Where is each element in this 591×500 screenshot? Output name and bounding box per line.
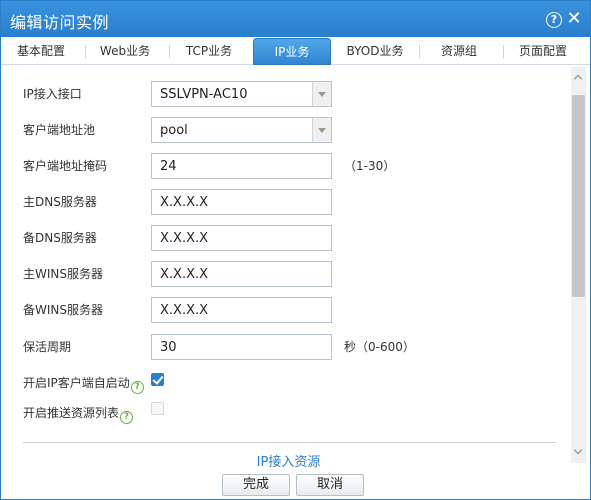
finish-button[interactable]: 完成 xyxy=(222,474,290,496)
tab-separator xyxy=(169,45,170,58)
tab-separator xyxy=(503,45,504,58)
keepalive-input[interactable]: 30 xyxy=(151,334,332,360)
backup-dns-label: 备DNS服务器 xyxy=(23,231,97,245)
auto-start-label: 开启IP客户端自启动 xyxy=(23,376,130,390)
client-mask-input[interactable]: 24 xyxy=(151,153,332,179)
help-icon[interactable]: ? xyxy=(546,12,562,28)
title-bar: 编辑访问实例 ? ✕ xyxy=(1,1,590,37)
help-icon[interactable]: ? xyxy=(130,381,144,394)
tab-separator xyxy=(85,45,86,58)
primary-wins-label: 主WINS服务器 xyxy=(23,267,103,281)
ip-interface-select[interactable]: SSLVPN-AC10 xyxy=(151,81,332,107)
client-mask-value: 24 xyxy=(160,159,177,174)
auto-start-checkbox[interactable] xyxy=(151,373,164,386)
client-mask-label: 客户端地址掩码 xyxy=(23,159,108,173)
tab-bar: 基本配置 Web业务 TCP业务 IP业务 BYOD业务 资源组 页面配置 xyxy=(1,37,590,65)
tab-web-service[interactable]: Web业务 xyxy=(89,37,161,65)
primary-wins-value: X.X.X.X xyxy=(160,267,209,282)
tab-separator xyxy=(419,45,420,58)
scroll-up-arrow-icon[interactable] xyxy=(571,71,586,85)
tab-byod-service[interactable]: BYOD业务 xyxy=(339,37,411,65)
backup-wins-label: 备WINS服务器 xyxy=(23,303,103,317)
primary-wins-input[interactable]: X.X.X.X xyxy=(151,261,332,287)
client-pool-value: pool xyxy=(160,123,188,138)
keepalive-label: 保活周期 xyxy=(23,340,72,354)
vertical-scrollbar[interactable] xyxy=(571,67,586,463)
help-icon[interactable]: ? xyxy=(120,411,134,424)
primary-dns-label: 主DNS服务器 xyxy=(23,195,97,209)
backup-dns-input[interactable]: X.X.X.X xyxy=(151,225,332,251)
primary-dns-value: X.X.X.X xyxy=(160,195,209,210)
ip-interface-label: IP接入接口 xyxy=(23,87,82,101)
tab-basic-config[interactable]: 基本配置 xyxy=(5,37,77,65)
scroll-thumb[interactable] xyxy=(572,95,585,297)
client-pool-label: 客户端地址池 xyxy=(23,123,96,137)
client-pool-select[interactable]: pool xyxy=(151,117,332,143)
tab-resource-group[interactable]: 资源组 xyxy=(423,37,495,65)
primary-dns-input[interactable]: X.X.X.X xyxy=(151,189,332,215)
backup-wins-value: X.X.X.X xyxy=(160,303,209,318)
cancel-button[interactable]: 取消 xyxy=(296,474,364,496)
backup-dns-value: X.X.X.X xyxy=(160,231,209,246)
dialog-title: 编辑访问实例 xyxy=(10,13,110,32)
chevron-down-icon[interactable] xyxy=(312,82,331,106)
scroll-down-arrow-icon[interactable] xyxy=(571,445,586,459)
backup-wins-input[interactable]: X.X.X.X xyxy=(151,297,332,323)
tab-tcp-service[interactable]: TCP业务 xyxy=(173,37,245,65)
push-resources-row: 开启推送资源列表? xyxy=(23,404,134,424)
tab-ip-service[interactable]: IP业务 xyxy=(253,38,331,65)
tab-page-config[interactable]: 页面配置 xyxy=(507,37,579,65)
edit-access-instance-dialog: 编辑访问实例 ? ✕ 基本配置 Web业务 TCP业务 IP业务 BYOD业务 … xyxy=(0,0,591,500)
ip-interface-value: SSLVPN-AC10 xyxy=(160,87,248,102)
auto-start-row: 开启IP客户端自启动? xyxy=(23,374,144,394)
client-mask-range-hint: （1-30） xyxy=(344,159,396,173)
push-resources-label: 开启推送资源列表 xyxy=(23,406,120,420)
close-icon[interactable]: ✕ xyxy=(566,9,582,29)
section-divider xyxy=(23,442,556,443)
keepalive-range-hint: 秒（0-600） xyxy=(344,340,415,354)
chevron-down-icon[interactable] xyxy=(312,118,331,142)
push-resources-checkbox[interactable] xyxy=(151,402,164,415)
ip-access-resources-link[interactable]: IP接入资源 xyxy=(1,451,576,470)
keepalive-value: 30 xyxy=(160,340,177,355)
